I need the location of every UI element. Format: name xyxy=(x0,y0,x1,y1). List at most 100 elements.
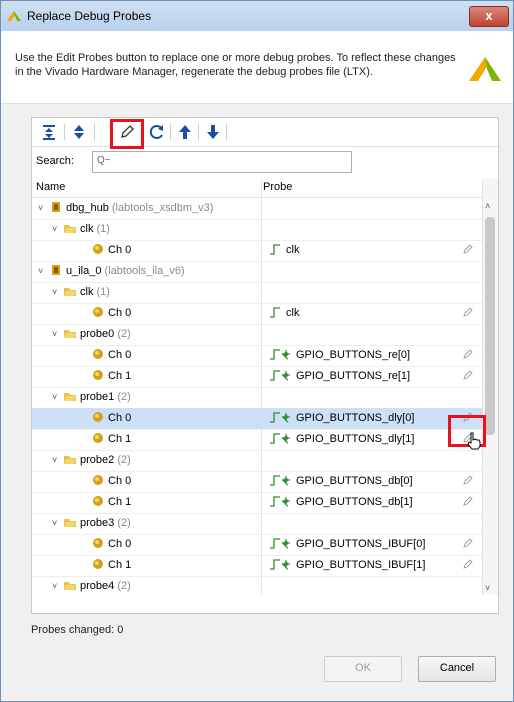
expand-chevron-icon[interactable]: ˅ xyxy=(52,392,64,402)
vertical-scrollbar[interactable]: ˄ ˅ xyxy=(482,179,498,595)
tree-row-name: Ch 1 xyxy=(80,432,131,445)
expand-chevron-icon[interactable]: ˅ xyxy=(52,329,64,339)
tree-row-name: Ch 0 xyxy=(80,306,131,319)
expand-chevron-icon[interactable]: ˅ xyxy=(52,287,64,297)
probe-net-cell: GPIO_BUTTONS_re[1] xyxy=(270,369,410,382)
probe-net-cell: GPIO_BUTTONS_IBUF[1] xyxy=(270,558,425,571)
tree-row-name: Ch 1 xyxy=(80,558,131,571)
scroll-up-arrow-icon[interactable]: ˄ xyxy=(485,201,490,211)
search-input[interactable]: Q~ xyxy=(92,151,352,173)
probe-channel-row[interactable]: Ch 0 clk xyxy=(32,240,482,262)
probe-net-cell: GPIO_BUTTONS_dly[0] xyxy=(270,411,414,424)
probe-folder-icon xyxy=(64,393,76,401)
tree-group-row[interactable]: ˅ clk (1) xyxy=(32,282,482,304)
clock-signal-icon xyxy=(270,244,280,255)
ok-button[interactable]: OK xyxy=(324,656,402,682)
edit-probe-pencil-icon[interactable] xyxy=(462,306,474,318)
header-description: Use the Edit Probes button to replace on… xyxy=(15,52,456,78)
tree-row-label: Ch 0 xyxy=(108,412,132,424)
tree-row-label: probe4 xyxy=(80,580,115,592)
clock-folder-icon xyxy=(64,288,76,296)
edit-probe-pencil-icon[interactable] xyxy=(462,243,474,255)
probe-channel-row[interactable]: Ch 1 GPIO_BUTTONS_re[1] xyxy=(32,366,482,388)
probe-channel-row[interactable]: Ch 0 GPIO_BUTTONS_IBUF[0] xyxy=(32,534,482,556)
probe-net-cell: GPIO_BUTTONS_dly[1] xyxy=(270,432,414,445)
expand-chevron-icon[interactable]: ˅ xyxy=(52,224,64,234)
tree-group-row[interactable]: ˅ dbg_hub (labtools_xsdbm_v3) xyxy=(32,198,482,220)
edit-probe-pencil-icon[interactable] xyxy=(462,558,474,570)
edit-probe-pencil-icon[interactable] xyxy=(462,537,474,549)
edit-probe-pencil-icon[interactable] xyxy=(462,495,474,507)
tree-row-label: Ch 1 xyxy=(108,370,132,382)
expand-chevron-icon[interactable]: ˅ xyxy=(52,581,64,591)
channel-icon xyxy=(93,349,103,359)
tree-row-detail: (2) xyxy=(114,580,131,592)
edit-probe-pencil-icon[interactable] xyxy=(462,474,474,486)
probe-channel-row[interactable]: Ch 0 GPIO_BUTTONS_dly[0] xyxy=(32,408,482,430)
expand-chevron-icon[interactable]: ˅ xyxy=(38,203,50,213)
tree-row-label: Ch 1 xyxy=(108,433,132,445)
expand-chevron-icon[interactable]: ˅ xyxy=(52,518,64,528)
tree-row-label: probe0 xyxy=(80,328,115,340)
move-down-icon[interactable] xyxy=(204,123,222,141)
probe-channel-row[interactable]: Ch 1 GPIO_BUTTONS_dly[1] xyxy=(32,429,482,451)
tree-row-name: ˅ clk (1) xyxy=(52,222,110,235)
probe-channel-row[interactable]: Ch 0 clk xyxy=(32,303,482,325)
net-signal-icon xyxy=(270,433,290,444)
tree-row-name: Ch 0 xyxy=(80,243,131,256)
net-signal-icon xyxy=(270,496,290,507)
probe-net-cell: GPIO_BUTTONS_IBUF[0] xyxy=(270,537,425,550)
clock-signal-icon xyxy=(270,307,280,318)
edit-probes-highlight xyxy=(110,119,144,149)
probe-net-cell: GPIO_BUTTONS_db[1] xyxy=(270,495,413,508)
net-signal-icon xyxy=(270,412,290,423)
probe-channel-row[interactable]: Ch 0 GPIO_BUTTONS_db[0] xyxy=(32,471,482,493)
tree-row-name: ˅ probe4 (2) xyxy=(52,579,131,592)
probe-channel-row[interactable]: Ch 1 GPIO_BUTTONS_db[1] xyxy=(32,492,482,514)
tree-row-detail: (2) xyxy=(114,391,131,403)
tree-group-row[interactable]: ˅ probe1 (2) xyxy=(32,387,482,409)
edit-probe-pencil-icon[interactable] xyxy=(462,369,474,381)
probe-net-name: GPIO_BUTTONS_IBUF[1] xyxy=(296,559,426,571)
dialog-header: Use the Edit Probes button to replace on… xyxy=(1,31,513,104)
tree-group-row[interactable]: ˅ probe0 (2) xyxy=(32,324,482,346)
expand-chevron-icon[interactable]: ˅ xyxy=(52,455,64,465)
probe-net-cell: clk xyxy=(270,243,299,256)
edit-probe-pencil-icon[interactable] xyxy=(462,348,474,360)
probes-tree-table: Name Probe ˅ dbg_hub (labtools_xsdbm_v3) ˅… xyxy=(32,179,482,595)
close-button[interactable]: x xyxy=(469,6,509,27)
collapse-all-icon[interactable] xyxy=(40,123,58,141)
probe-net-name: GPIO_BUTTONS_dly[1] xyxy=(296,433,415,445)
tree-row-name: ˅ u_ila_0 (labtools_ila_v6) xyxy=(38,264,185,277)
column-header-name[interactable]: Name xyxy=(36,181,65,193)
scroll-down-arrow-icon[interactable]: ˅ xyxy=(485,583,490,593)
probe-channel-row[interactable]: Ch 1 GPIO_BUTTONS_IBUF[1] xyxy=(32,555,482,577)
tree-group-row[interactable]: ˅ probe2 (2) xyxy=(32,450,482,472)
probe-net-name: clk xyxy=(286,244,300,256)
refresh-icon[interactable] xyxy=(148,123,166,141)
channel-icon xyxy=(93,307,103,317)
cancel-button[interactable]: Cancel xyxy=(418,656,496,682)
scrollbar-thumb[interactable] xyxy=(485,217,495,435)
expand-all-icon[interactable] xyxy=(70,123,88,141)
toolbar xyxy=(32,118,498,149)
tree-row-detail: (1) xyxy=(93,286,110,298)
tree-group-row[interactable]: ˅ clk (1) xyxy=(32,219,482,241)
column-header-probe[interactable]: Probe xyxy=(263,181,292,193)
tree-row-name: Ch 0 xyxy=(80,411,131,424)
channel-icon xyxy=(93,559,103,569)
move-up-icon[interactable] xyxy=(176,123,194,141)
probe-folder-icon xyxy=(64,582,76,590)
channel-icon xyxy=(93,370,103,380)
tree-group-row[interactable]: ˅ probe3 (2) xyxy=(32,513,482,535)
debug-core-icon xyxy=(52,265,60,275)
expand-chevron-icon[interactable]: ˅ xyxy=(38,266,50,276)
tree-row-name: ˅ probe1 (2) xyxy=(52,390,131,403)
toolbar-separator xyxy=(94,124,95,140)
tree-row-detail: (labtools_xsdbm_v3) xyxy=(108,202,214,214)
probe-channel-row[interactable]: Ch 0 GPIO_BUTTONS_re[0] xyxy=(32,345,482,367)
tree-group-row[interactable]: ˅ u_ila_0 (labtools_ila_v6) xyxy=(32,261,482,283)
channel-icon xyxy=(93,538,103,548)
tree-group-row[interactable]: ˅ probe4 (2) xyxy=(32,576,482,595)
tree-row-label: Ch 0 xyxy=(108,349,132,361)
